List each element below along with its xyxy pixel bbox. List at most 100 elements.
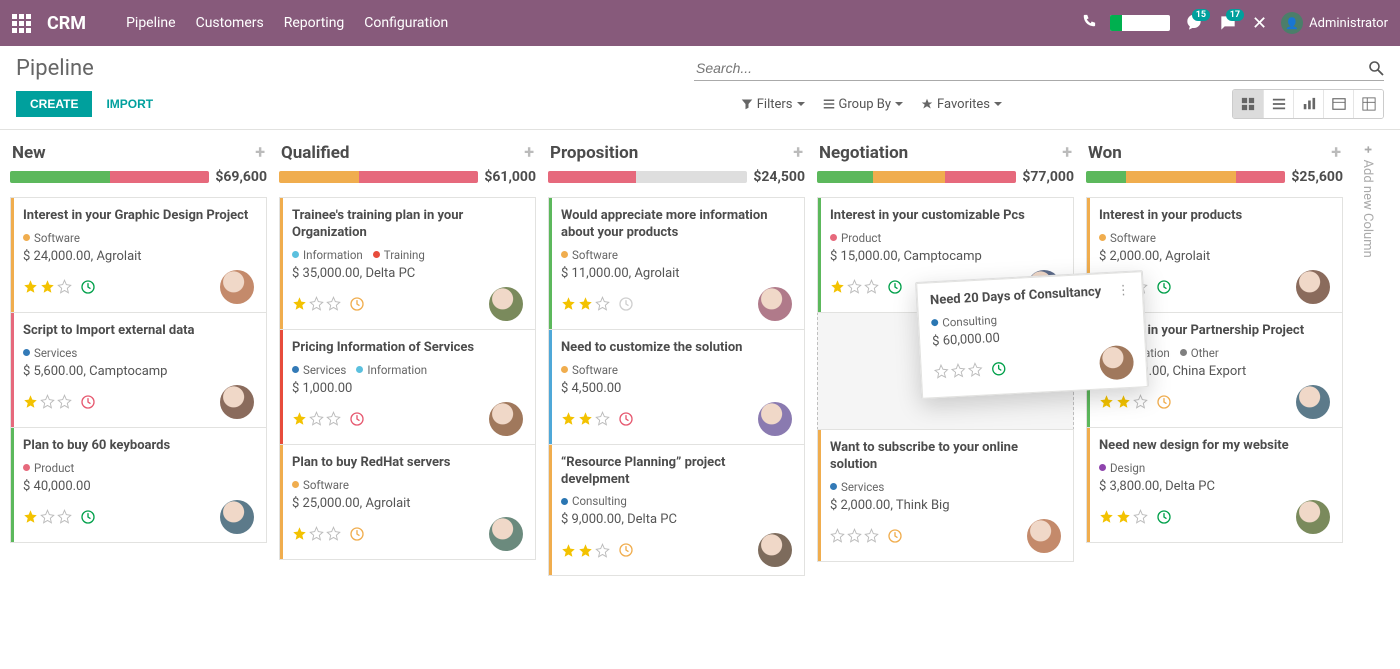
- kanban-view-button[interactable]: [1233, 90, 1263, 118]
- quick-create-button[interactable]: +: [255, 142, 265, 163]
- priority-star[interactable]: [578, 411, 593, 426]
- activity-clock-icon[interactable]: [618, 296, 634, 312]
- priority-star[interactable]: [578, 296, 593, 311]
- activity-clock-icon[interactable]: [349, 296, 365, 312]
- kanban-card[interactable]: “Resource Planning” project develpment C…: [548, 444, 805, 577]
- priority-star[interactable]: [57, 279, 72, 294]
- priority-star[interactable]: [561, 543, 576, 558]
- salesperson-avatar[interactable]: [1099, 345, 1135, 381]
- salesperson-avatar[interactable]: [1296, 385, 1330, 419]
- priority-star[interactable]: [1099, 509, 1114, 524]
- priority-star[interactable]: [292, 296, 307, 311]
- user-menu[interactable]: 👤 Administrator: [1281, 12, 1388, 34]
- priority-star[interactable]: [830, 528, 845, 543]
- kanban-card[interactable]: Need new design for my website Design $ …: [1086, 427, 1343, 543]
- salesperson-avatar[interactable]: [758, 287, 792, 321]
- priority-star[interactable]: [309, 526, 324, 541]
- search-bar[interactable]: [694, 56, 1384, 81]
- activity-clock-icon[interactable]: [1156, 394, 1172, 410]
- dragged-card[interactable]: ⋮ Need 20 Days of Consultancy Consulting…: [915, 270, 1149, 399]
- priority-star[interactable]: [309, 411, 324, 426]
- priority-star[interactable]: [561, 411, 576, 426]
- kanban-card[interactable]: Trainee's training plan in your Organiza…: [279, 197, 536, 330]
- phone-icon[interactable]: [1082, 14, 1096, 32]
- priority-star[interactable]: [595, 543, 610, 558]
- activity-clock-icon[interactable]: [80, 394, 96, 410]
- priority-star[interactable]: [561, 296, 576, 311]
- priority-star[interactable]: [830, 279, 845, 294]
- activity-clock-icon[interactable]: [1156, 509, 1172, 525]
- filters-dropdown[interactable]: Filters: [741, 97, 805, 112]
- salesperson-avatar[interactable]: [220, 270, 254, 304]
- close-icon[interactable]: ✕: [1252, 13, 1267, 34]
- priority-star[interactable]: [1099, 394, 1114, 409]
- quick-create-button[interactable]: +: [1062, 142, 1072, 163]
- create-button[interactable]: CREATE: [16, 91, 92, 117]
- priority-star[interactable]: [1116, 509, 1131, 524]
- activity-clock-icon[interactable]: [349, 526, 365, 542]
- activity-clock-icon[interactable]: [80, 279, 96, 295]
- quick-create-button[interactable]: +: [524, 142, 534, 163]
- kanban-card[interactable]: Pricing Information of Services Services…: [279, 329, 536, 445]
- priority-star[interactable]: [40, 509, 55, 524]
- priority-star[interactable]: [847, 528, 862, 543]
- priority-star[interactable]: [595, 296, 610, 311]
- kanban-card[interactable]: Plan to buy RedHat servers Software $ 25…: [279, 444, 536, 560]
- priority-star[interactable]: [23, 394, 38, 409]
- kanban-card[interactable]: Want to subscribe to your online solutio…: [817, 429, 1074, 562]
- priority-star[interactable]: [57, 509, 72, 524]
- activity-clock-icon[interactable]: [887, 279, 903, 295]
- salesperson-avatar[interactable]: [220, 385, 254, 419]
- activity-clock-icon[interactable]: [80, 509, 96, 525]
- quick-create-button[interactable]: +: [1331, 142, 1341, 163]
- priority-star[interactable]: [292, 526, 307, 541]
- salesperson-avatar[interactable]: [489, 517, 523, 551]
- quick-create-button[interactable]: +: [793, 142, 803, 163]
- nav-customers[interactable]: Customers: [196, 15, 264, 31]
- priority-star[interactable]: [595, 411, 610, 426]
- priority-star[interactable]: [1116, 394, 1131, 409]
- salesperson-avatar[interactable]: [1027, 519, 1061, 553]
- salesperson-avatar[interactable]: [1296, 270, 1330, 304]
- activities-icon[interactable]: 17: [1218, 13, 1238, 33]
- salesperson-avatar[interactable]: [220, 500, 254, 534]
- groupby-dropdown[interactable]: Group By: [823, 97, 904, 112]
- priority-star[interactable]: [967, 362, 983, 378]
- activity-clock-icon[interactable]: [618, 411, 634, 427]
- activity-clock-icon[interactable]: [990, 360, 1007, 377]
- list-view-button[interactable]: [1263, 90, 1293, 118]
- priority-star[interactable]: [309, 296, 324, 311]
- import-button[interactable]: IMPORT: [106, 97, 153, 111]
- graph-view-button[interactable]: [1293, 90, 1323, 118]
- priority-star[interactable]: [950, 363, 966, 379]
- nav-pipeline[interactable]: Pipeline: [126, 15, 176, 31]
- priority-star[interactable]: [847, 279, 862, 294]
- priority-star[interactable]: [57, 394, 72, 409]
- kanban-card[interactable]: Would appreciate more information about …: [548, 197, 805, 330]
- salesperson-avatar[interactable]: [758, 402, 792, 436]
- card-menu-icon[interactable]: ⋮: [1116, 283, 1130, 299]
- salesperson-avatar[interactable]: [489, 402, 523, 436]
- activity-clock-icon[interactable]: [887, 528, 903, 544]
- nav-configuration[interactable]: Configuration: [364, 15, 448, 31]
- nav-reporting[interactable]: Reporting: [284, 15, 345, 31]
- apps-icon[interactable]: [12, 14, 31, 33]
- priority-star[interactable]: [864, 528, 879, 543]
- priority-star[interactable]: [326, 526, 341, 541]
- priority-star[interactable]: [578, 543, 593, 558]
- priority-star[interactable]: [40, 279, 55, 294]
- priority-star[interactable]: [326, 296, 341, 311]
- kanban-card[interactable]: Interest in your Graphic Design Project …: [10, 197, 267, 313]
- activity-clock-icon[interactable]: [349, 411, 365, 427]
- pivot-view-button[interactable]: [1353, 90, 1383, 118]
- priority-star[interactable]: [292, 411, 307, 426]
- favorites-dropdown[interactable]: Favorites: [921, 97, 1002, 112]
- salesperson-avatar[interactable]: [1296, 500, 1330, 534]
- priority-star[interactable]: [1133, 509, 1148, 524]
- trial-progress[interactable]: [1110, 15, 1170, 31]
- priority-star[interactable]: [933, 364, 949, 380]
- priority-star[interactable]: [40, 394, 55, 409]
- priority-star[interactable]: [23, 279, 38, 294]
- messages-icon[interactable]: 15: [1184, 13, 1204, 33]
- priority-star[interactable]: [326, 411, 341, 426]
